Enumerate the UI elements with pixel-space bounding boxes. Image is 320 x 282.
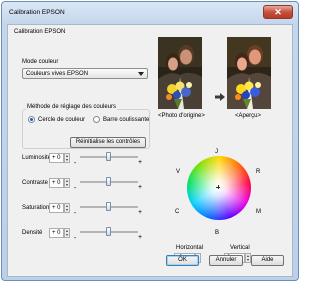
close-button[interactable]: ✕ bbox=[263, 5, 293, 19]
horizontal-label: Horizontal bbox=[176, 245, 204, 251]
title-bar[interactable]: Calibration EPSON ✕ bbox=[2, 2, 298, 24]
dialog-window: Calibration EPSON ✕ Calibration EPSON Mo… bbox=[1, 1, 299, 281]
wheel-label-left: C bbox=[175, 209, 180, 215]
contrast-value: + 0 bbox=[52, 180, 61, 186]
minus-sign: - bbox=[74, 160, 77, 167]
density-value: + 0 bbox=[52, 230, 61, 236]
slider-label: Contraste bbox=[22, 180, 49, 186]
minus-sign: - bbox=[74, 210, 77, 217]
vertical-label: Vertical bbox=[230, 245, 250, 251]
wheel-crosshair-icon[interactable] bbox=[216, 185, 220, 189]
help-label: Aide bbox=[261, 257, 274, 263]
brightness-value: + 0 bbox=[52, 155, 61, 161]
close-icon: ✕ bbox=[274, 7, 282, 17]
slider-label: Saturation bbox=[22, 205, 50, 211]
density-input[interactable]: + 0 bbox=[49, 228, 64, 238]
original-photo-label: <Photo d'origine> bbox=[158, 113, 205, 119]
slider-label: Luminosité bbox=[22, 155, 52, 161]
density-spinner[interactable] bbox=[64, 228, 70, 238]
contrast-input[interactable]: + 0 bbox=[49, 178, 64, 188]
cancel-button[interactable]: Annuler bbox=[209, 255, 243, 266]
plus-sign: + bbox=[138, 184, 143, 191]
brightness-input[interactable]: + 0 bbox=[49, 153, 64, 163]
minus-sign: - bbox=[74, 185, 77, 192]
reset-controls-label: Réinitialise les contrôles bbox=[75, 139, 141, 145]
help-button[interactable]: Aide bbox=[251, 255, 284, 266]
preview-photo bbox=[227, 37, 271, 109]
chevron-down-icon bbox=[138, 72, 144, 76]
minus-sign: - bbox=[74, 235, 77, 242]
preview-photo-label: <Aperçu> bbox=[235, 113, 262, 119]
arrow-right-icon bbox=[215, 93, 225, 101]
wheel-label-right: M bbox=[256, 209, 261, 215]
mode-select[interactable]: Couleurs vives EPSON bbox=[22, 68, 148, 79]
mode-select-value: Couleurs vives EPSON bbox=[26, 70, 89, 77]
radio-slider-bar[interactable] bbox=[93, 116, 100, 123]
wheel-label-bottom: B bbox=[215, 230, 220, 236]
window-title: Calibration EPSON bbox=[9, 9, 65, 16]
cancel-label: Annuler bbox=[215, 257, 237, 263]
radio-slider-bar-label[interactable]: Barre coulissante bbox=[103, 117, 149, 123]
method-label: Méthode de réglage des couleurs bbox=[26, 104, 118, 110]
wheel-label-top-left: V bbox=[176, 169, 181, 175]
plus-sign: + bbox=[138, 234, 143, 241]
contrast-slider-thumb[interactable] bbox=[106, 177, 111, 186]
dialog-client-area: Calibration EPSON Mode couleur Couleurs … bbox=[7, 24, 293, 277]
saturation-slider-thumb[interactable] bbox=[106, 202, 111, 211]
original-photo bbox=[158, 37, 202, 109]
saturation-value: + 0 bbox=[52, 205, 61, 211]
mode-label: Mode couleur bbox=[22, 59, 59, 65]
saturation-input[interactable]: + 0 bbox=[49, 203, 64, 213]
radio-color-wheel-label[interactable]: Cercle de couleur bbox=[38, 117, 85, 123]
density-slider-thumb[interactable] bbox=[106, 227, 111, 236]
plus-sign: + bbox=[138, 209, 143, 216]
radio-color-wheel[interactable] bbox=[28, 116, 35, 123]
brightness-spinner[interactable] bbox=[64, 153, 70, 163]
saturation-spinner[interactable] bbox=[64, 203, 70, 213]
slider-label: Densité bbox=[22, 230, 43, 236]
group-title: Calibration EPSON bbox=[14, 29, 66, 35]
ok-button[interactable]: OK bbox=[166, 255, 199, 266]
wheel-label-top: J bbox=[215, 149, 218, 155]
wheel-label-top-right: R bbox=[256, 169, 261, 175]
brightness-slider-thumb[interactable] bbox=[106, 152, 111, 161]
plus-sign: + bbox=[138, 159, 143, 166]
reset-controls-button[interactable]: Réinitialise les contrôles bbox=[70, 137, 146, 148]
contrast-spinner[interactable] bbox=[64, 178, 70, 188]
ok-label: OK bbox=[178, 257, 187, 263]
